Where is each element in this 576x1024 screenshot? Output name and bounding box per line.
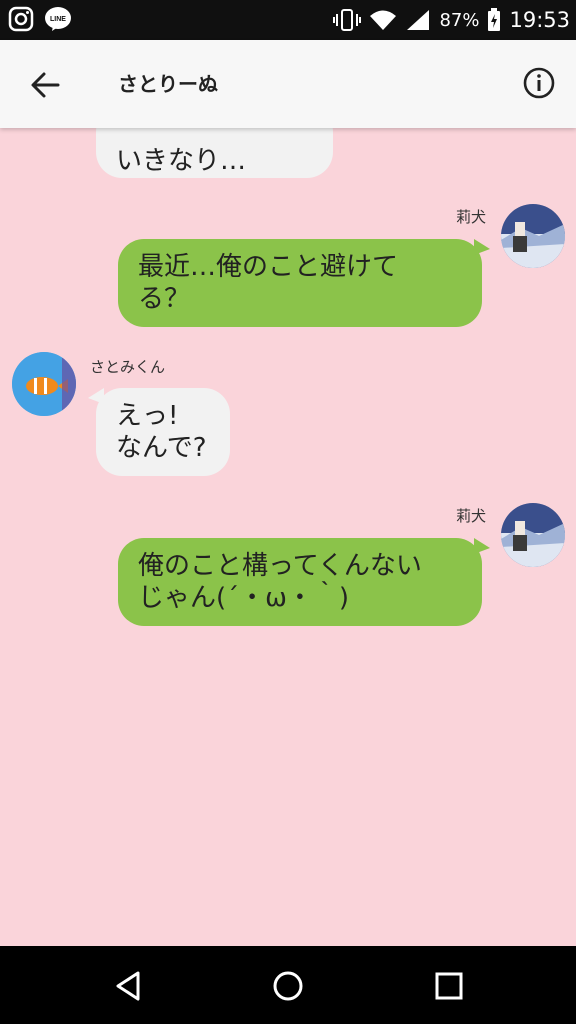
avatar-image <box>501 204 565 268</box>
avatar[interactable] <box>501 503 565 567</box>
message-bubble-outgoing[interactable]: 最近…俺のこと避けて る？ <box>118 239 482 327</box>
message-text-line: じゃん(´・ω・｀) <box>138 583 350 613</box>
chat-title: さとりーぬ <box>118 72 218 96</box>
back-arrow-icon[interactable] <box>28 68 62 102</box>
line-icon: LINE <box>45 7 71 31</box>
signal-icon <box>407 10 430 30</box>
message-text-line <box>116 128 313 145</box>
status-bar: LINE 87% 19:53 <box>0 0 576 40</box>
battery-icon <box>488 8 501 31</box>
wifi-icon <box>370 10 397 30</box>
system-nav-bar <box>0 946 576 1024</box>
home-circle-icon[interactable] <box>270 968 306 1004</box>
message-bubble-outgoing[interactable]: 俺のこと構ってくんない じゃん(´・ω・｀) <box>118 538 482 626</box>
info-icon[interactable] <box>522 66 556 100</box>
message-bubble-incoming[interactable]: えっ! なんで? <box>96 388 230 476</box>
message-text-line: いきなり… <box>116 146 247 176</box>
bubble-tail <box>474 239 490 255</box>
message-text-line: なんで? <box>116 433 207 463</box>
bubble-tail <box>474 538 490 554</box>
recents-square-icon[interactable] <box>431 968 467 1004</box>
sender-name: 莉犬 <box>456 507 487 525</box>
svg-text:LINE: LINE <box>50 16 66 23</box>
vibrate-icon <box>333 9 362 31</box>
avatar[interactable] <box>12 352 76 416</box>
instagram-icon <box>8 6 34 32</box>
avatar-image <box>501 503 565 567</box>
avatar[interactable] <box>501 204 565 268</box>
battery-percent: 87% <box>439 9 480 31</box>
message-text-line: えっ! <box>116 401 179 431</box>
message-text-line: る？ <box>138 284 191 314</box>
clock: 19:53 <box>509 8 570 32</box>
sender-name: さとみくん <box>90 358 166 376</box>
message-bubble-incoming[interactable]: いきなり… <box>96 128 333 178</box>
message-text-line: 最近…俺のこと避けて <box>138 252 399 282</box>
chat-header: さとりーぬ <box>0 40 576 128</box>
avatar-image <box>12 352 76 416</box>
bubble-tail <box>88 388 104 404</box>
message-list[interactable]: いきなり… 莉犬 最近…俺のこと避けて る？ さとみくん えっ! なんで? 莉犬… <box>0 128 576 946</box>
sender-name: 莉犬 <box>456 208 487 226</box>
message-text-line: 俺のこと構ってくんない <box>138 551 422 581</box>
back-triangle-icon[interactable] <box>110 968 146 1004</box>
